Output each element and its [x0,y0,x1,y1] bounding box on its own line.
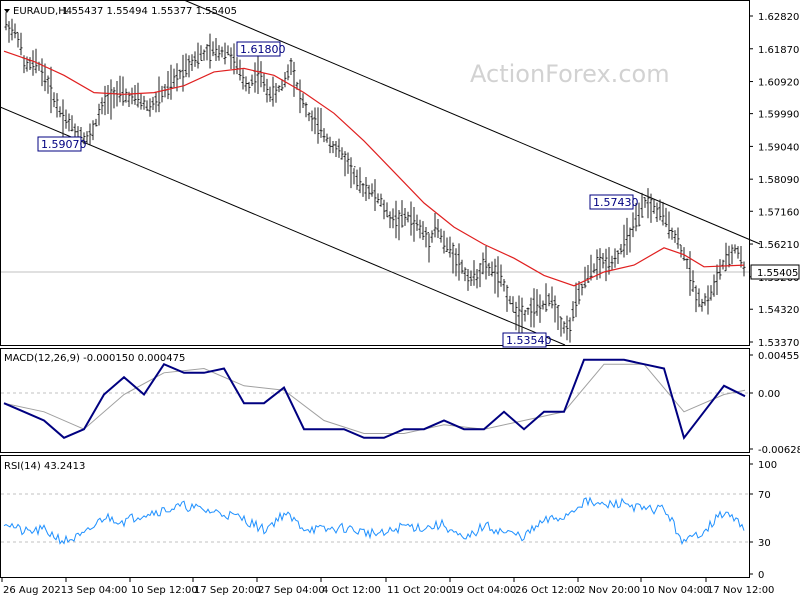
current-price-tag: 1.55405 [750,264,800,280]
price-tick-label: 1.59990 [758,110,799,121]
time-tick-label: 19 Oct 04:00 [451,585,516,596]
price-tick-label: 1.61870 [758,45,799,56]
annotation-label: 1.57430 [593,196,639,209]
time-tick-label: 17 Nov 12:00 [707,585,774,596]
annotation-label: 1.61800 [240,43,286,56]
watermark: ActionForex.com [470,60,670,88]
time-tick-label: 10 Sep 12:00 [131,585,198,596]
time-tick-label: 4 Oct 12:00 [322,585,381,596]
rsi-tick-label: 0 [758,570,764,581]
price-tick-label: 1.60920 [758,78,799,89]
macd-axis: 0.004559 0.00 -0.006289 [749,351,800,456]
time-tick-label: 11 Oct 20:00 [387,585,452,596]
time-tick-label: 3 Sep 04:00 [67,585,127,596]
time-tick-label: 27 Sep 04:00 [258,585,325,596]
price-tick-label: 1.54320 [758,305,799,316]
macd-title: MACD(12,26,9) -0.000150 0.000475 [4,353,185,364]
price-pane [0,0,750,346]
rsi-title: RSI(14) 43.2413 [4,461,85,472]
rsi-axis: 100 70 30 0 [749,460,777,581]
forex-chart: ActionForex.com EURAUD,H4 1.55437 1.5549… [0,0,800,596]
annotation-label: 1.53540 [506,334,552,347]
time-tick-label: 2 Nov 20:00 [579,585,640,596]
price-tick-label: 1.59040 [758,142,799,153]
rsi-tick-label: 30 [758,538,771,549]
macd-tick-label: 0.004559 [758,351,800,362]
price-tick-label: 1.57160 [758,207,799,218]
price-tick-label: 1.56210 [758,240,799,251]
time-tick-label: 17 Sep 20:00 [194,585,261,596]
macd-tick-label: 0.00 [758,389,780,400]
price-tick-label: 1.53370 [758,338,799,349]
time-axis: 26 Aug 2021 3 Sep 04:00 10 Sep 12:0017 Sep… [1,578,774,596]
price-axis: 1.62820 1.61870 1.60920 1.59990 1.59040 1.580… [749,12,799,349]
macd-tick-label: -0.006289 [758,445,800,456]
rsi-tick-label: 100 [758,460,777,471]
rsi-tick-label: 70 [758,490,771,501]
time-tick-label: 26 Aug 2021 [3,585,67,596]
price-tick-label: 1.58090 [758,175,799,186]
time-tick-label: 26 Oct 12:00 [515,585,580,596]
price-tick-label: 1.62820 [758,12,799,23]
rsi-pane [0,455,750,578]
annotation-label: 1.59070 [41,138,87,151]
current-price-text: 1.55405 [757,268,798,279]
time-tick-label: 10 Nov 04:00 [642,585,709,596]
